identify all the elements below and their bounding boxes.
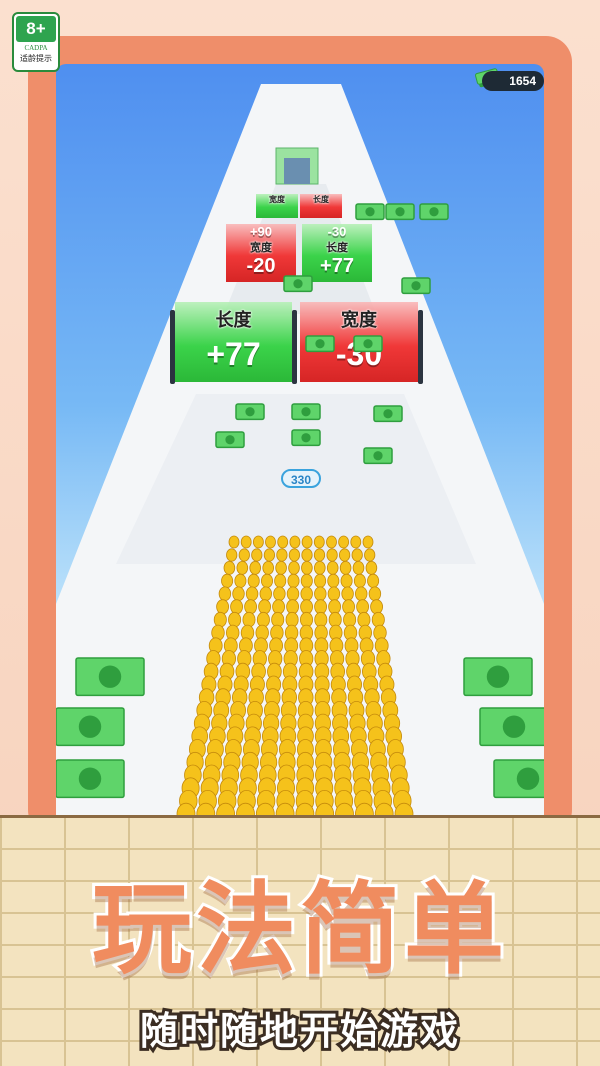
cash-bill-emblem (293, 279, 303, 289)
age-rating-tip: 适龄提示 (20, 54, 52, 63)
cash-bill-emblem (245, 407, 255, 417)
cash-bill-emblem (225, 435, 235, 445)
money-counter: 1654 (482, 71, 544, 91)
game-screen[interactable]: 宽度 长度 +90 宽度 -20 -30 长度 +77 长度 +77 宽度 -3… (56, 64, 544, 824)
cash-bill-emblem (363, 339, 373, 349)
cash-bill-emblem (383, 409, 393, 419)
cash-bill-emblem (502, 715, 526, 738)
cash-bill-emblem (516, 767, 540, 790)
cash-bill-emblem (78, 715, 102, 738)
cash-bill-emblem (315, 339, 325, 349)
cash-pickups (56, 203, 544, 799)
age-rating-value: 8+ (16, 16, 56, 42)
age-rating-org: CADPA (24, 44, 48, 52)
cash-bill-emblem (365, 207, 375, 217)
cash-bill-emblem (98, 665, 122, 688)
cash-bill-emblem (373, 451, 383, 461)
cash-bill-emblem (301, 433, 311, 443)
age-rating-badge: 8+ CADPA 适龄提示 (12, 12, 60, 72)
cash-bill-emblem (486, 665, 510, 688)
promo-headline: 玩法简单 (89, 868, 508, 991)
cash-bill-emblem (411, 281, 421, 291)
promo-subline: 随时随地开始游戏 (137, 1006, 461, 1056)
cash-bill-emblem (78, 767, 102, 790)
cash-bill-emblem (429, 207, 439, 217)
cash-bill-emblem (395, 207, 405, 217)
crowd-count-badge: 330 (281, 469, 321, 488)
cash-bill-emblem (301, 407, 311, 417)
